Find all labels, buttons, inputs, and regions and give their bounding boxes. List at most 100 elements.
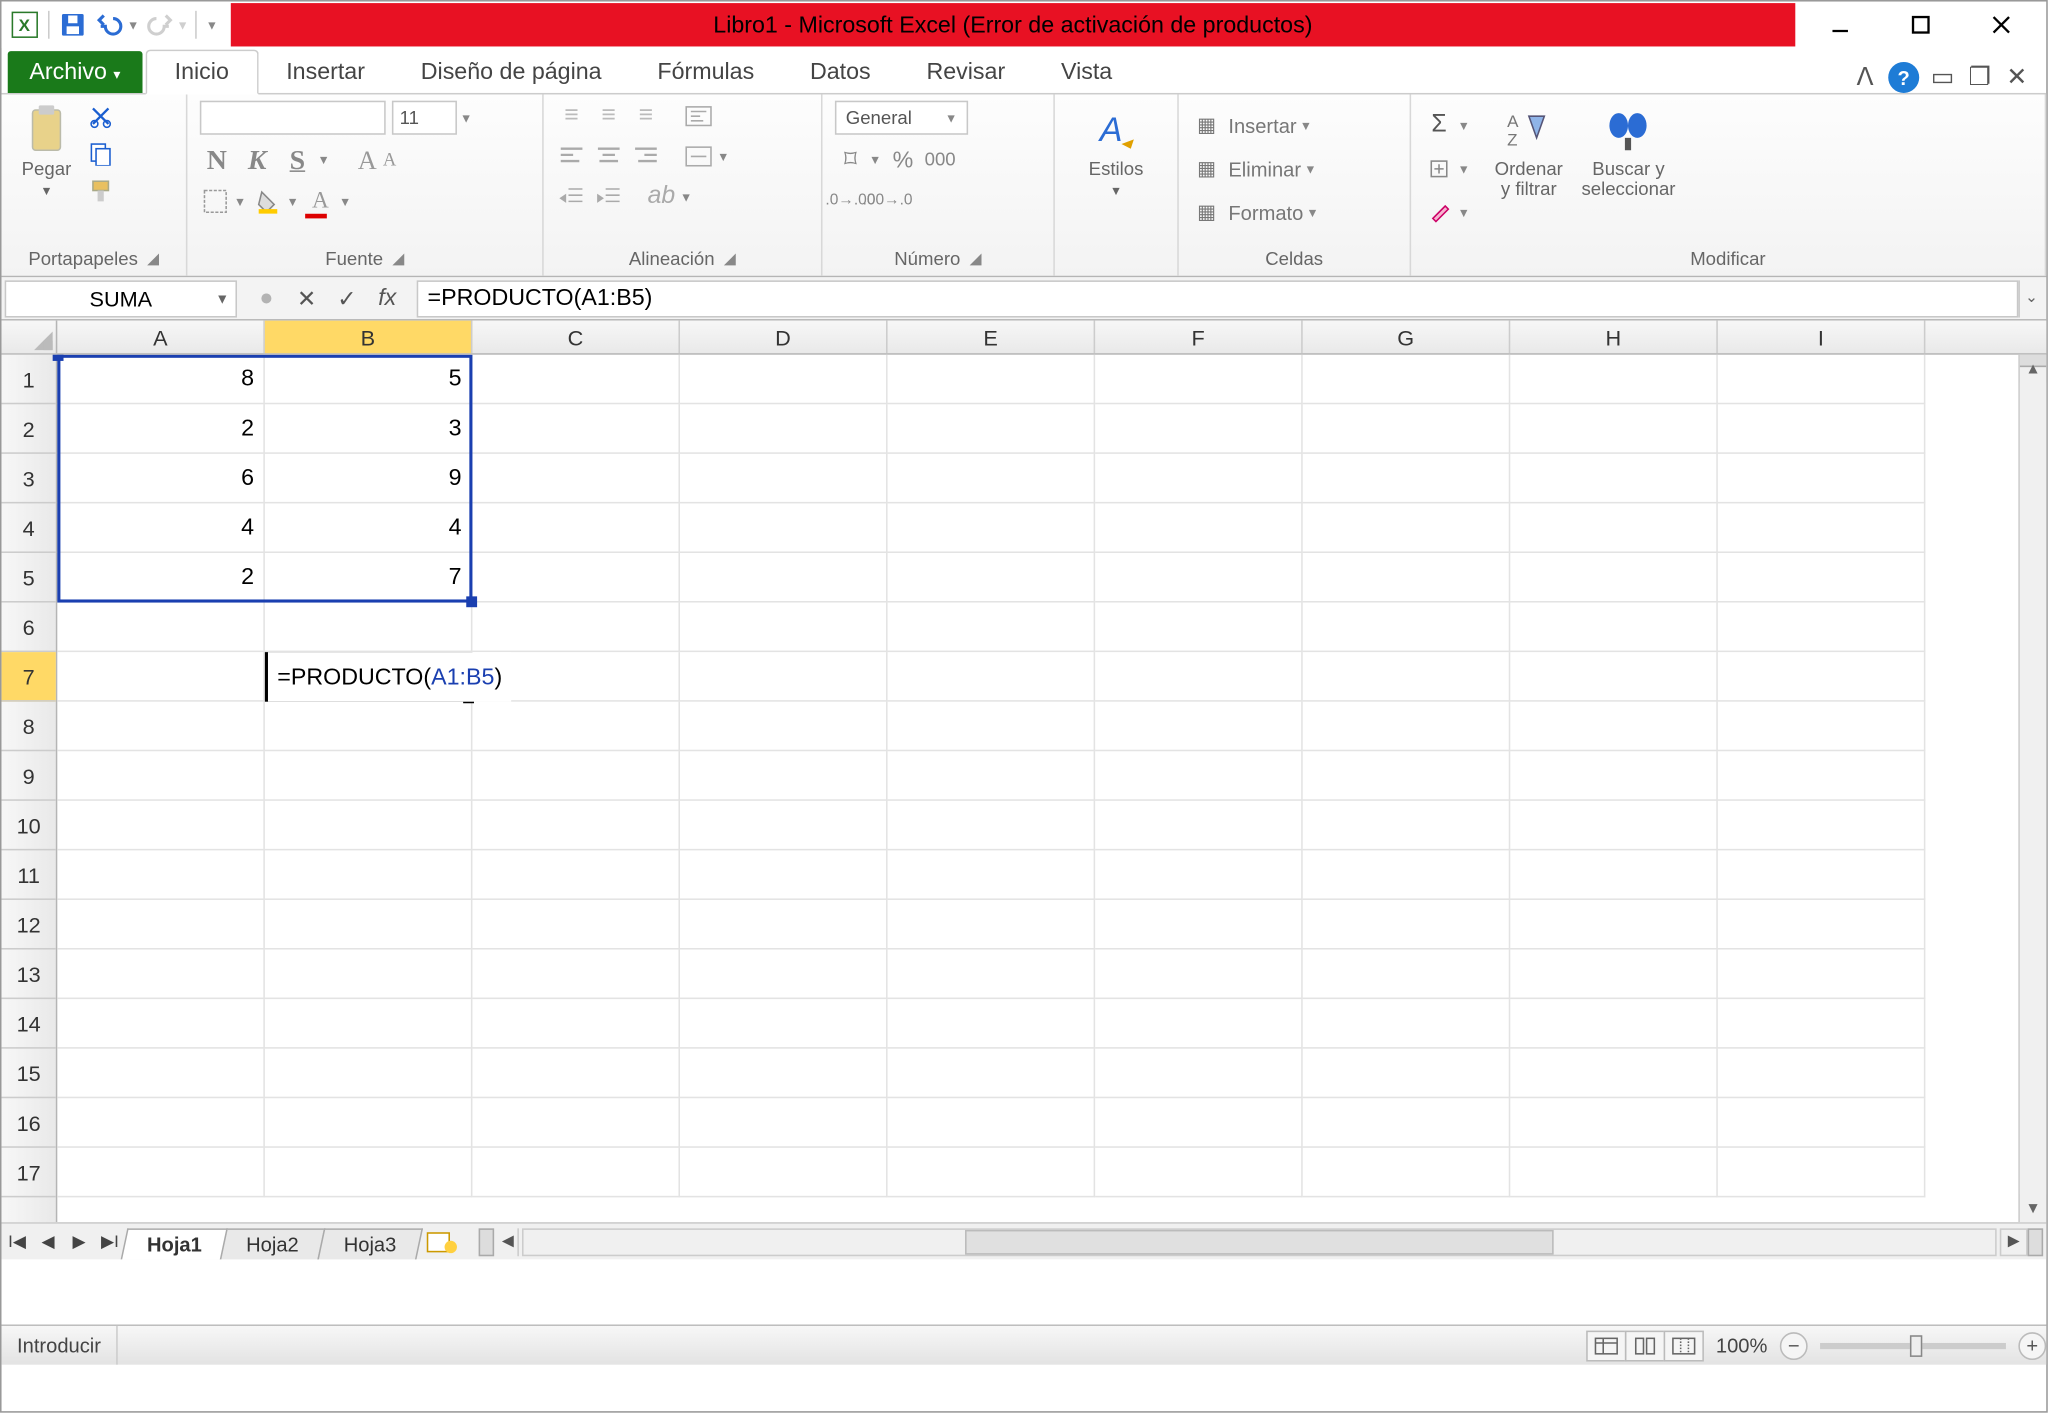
cell-G6[interactable] <box>1303 603 1511 653</box>
cell-I12[interactable] <box>1718 900 1926 950</box>
cell-C6[interactable] <box>472 603 680 653</box>
decrease-indent-icon[interactable] <box>556 181 587 212</box>
cell-I10[interactable] <box>1718 801 1926 851</box>
cell-F5[interactable] <box>1095 553 1303 603</box>
cell-D8[interactable] <box>680 702 888 752</box>
close-button[interactable] <box>1966 3 2037 46</box>
cell-A1[interactable]: 8 <box>57 355 265 405</box>
row-header-9[interactable]: 9 <box>2 751 56 801</box>
tab-data[interactable]: Datos <box>782 51 898 93</box>
cell-C14[interactable] <box>472 999 680 1049</box>
cell-H12[interactable] <box>1510 900 1718 950</box>
cell-E2[interactable] <box>888 404 1096 454</box>
mdi-close-icon[interactable]: ✕ <box>2003 64 2031 92</box>
format-cells-button[interactable]: ▦Formato ▼ <box>1191 197 1319 228</box>
font-size-dropdown-icon[interactable]: ▼ <box>460 111 472 125</box>
cell-D10[interactable] <box>680 801 888 851</box>
italic-button[interactable]: K <box>240 144 274 177</box>
cell-I8[interactable] <box>1718 702 1926 752</box>
increase-decimal-icon[interactable]: .0→.00 <box>835 184 866 215</box>
cell-F4[interactable] <box>1095 503 1303 553</box>
cell-D11[interactable] <box>680 850 888 900</box>
sheet-tab-2[interactable]: Hoja2 <box>220 1228 326 1259</box>
cell-A8[interactable] <box>57 702 265 752</box>
cell-I17[interactable] <box>1718 1148 1926 1198</box>
cell-E14[interactable] <box>888 999 1096 1049</box>
excel-app-icon[interactable]: X <box>8 8 42 42</box>
hscroll-resize-handle[interactable] <box>2028 1228 2043 1256</box>
number-format-select[interactable]: General▼ <box>835 101 968 135</box>
cell-H13[interactable] <box>1510 950 1718 1000</box>
cell-B17[interactable] <box>265 1148 473 1198</box>
row-header-17[interactable]: 17 <box>2 1148 56 1198</box>
formula-accept-icon[interactable]: ✓ <box>330 281 364 315</box>
cell-E9[interactable] <box>888 751 1096 801</box>
tab-home[interactable]: Inicio <box>145 50 258 95</box>
cell-C17[interactable] <box>472 1148 680 1198</box>
cell-H8[interactable] <box>1510 702 1718 752</box>
cell-F12[interactable] <box>1095 900 1303 950</box>
cell-F15[interactable] <box>1095 1049 1303 1099</box>
cell-C13[interactable] <box>472 950 680 1000</box>
cell-H10[interactable] <box>1510 801 1718 851</box>
row-header-13[interactable]: 13 <box>2 950 56 1000</box>
cell-G17[interactable] <box>1303 1148 1511 1198</box>
undo-dropdown-icon[interactable]: ▼ <box>127 18 139 32</box>
alignment-dialog-icon[interactable]: ◢ <box>724 250 736 267</box>
cell-D16[interactable] <box>680 1098 888 1148</box>
row-header-10[interactable]: 10 <box>2 801 56 851</box>
sheet-nav-last-icon[interactable]: ▶I <box>94 1226 125 1257</box>
cell-H11[interactable] <box>1510 850 1718 900</box>
cell-A15[interactable] <box>57 1049 265 1099</box>
delete-cells-button[interactable]: ▦Eliminar ▼ <box>1191 153 1319 184</box>
cell-A17[interactable] <box>57 1148 265 1198</box>
select-all-corner[interactable] <box>2 321 58 354</box>
sheet-tab-active[interactable]: Hoja1 <box>121 1228 229 1259</box>
cell-H4[interactable] <box>1510 503 1718 553</box>
cell-H6[interactable] <box>1510 603 1718 653</box>
cell-A14[interactable] <box>57 999 265 1049</box>
align-middle-icon[interactable]: ≡ <box>593 101 624 132</box>
cell-E8[interactable] <box>888 702 1096 752</box>
align-top-icon[interactable]: ≡ <box>556 101 587 132</box>
cell-D14[interactable] <box>680 999 888 1049</box>
cell-E5[interactable] <box>888 553 1096 603</box>
cell-F14[interactable] <box>1095 999 1303 1049</box>
column-header-I[interactable]: I <box>1718 321 1926 354</box>
find-select-button[interactable]: Buscar y seleccionar <box>1575 101 1681 204</box>
row-header-14[interactable]: 14 <box>2 999 56 1049</box>
cell-C5[interactable] <box>472 553 680 603</box>
cell-A3[interactable]: 6 <box>57 454 265 504</box>
merge-center-icon[interactable] <box>683 141 714 172</box>
cell-E15[interactable] <box>888 1049 1096 1099</box>
cell-A7[interactable] <box>57 652 265 702</box>
column-header-C[interactable]: C <box>472 321 680 354</box>
column-header-E[interactable]: E <box>888 321 1096 354</box>
autosum-icon[interactable]: Σ <box>1424 110 1455 141</box>
cell-H16[interactable] <box>1510 1098 1718 1148</box>
cell-D7[interactable] <box>680 652 888 702</box>
cell-I4[interactable] <box>1718 503 1926 553</box>
cell-G9[interactable] <box>1303 751 1511 801</box>
cell-B5[interactable]: 7 <box>265 553 473 603</box>
cell-G1[interactable] <box>1303 355 1511 405</box>
copy-icon[interactable] <box>85 138 116 169</box>
mdi-minimize-icon[interactable]: ▭ <box>1929 64 1957 92</box>
cell-B11[interactable] <box>265 850 473 900</box>
cell-D9[interactable] <box>680 751 888 801</box>
cell-E13[interactable] <box>888 950 1096 1000</box>
cell-B6[interactable] <box>265 603 473 653</box>
cell-I16[interactable] <box>1718 1098 1926 1148</box>
sort-filter-button[interactable]: AZ Ordenar y filtrar <box>1488 101 1569 204</box>
cell-A11[interactable] <box>57 850 265 900</box>
cell-A6[interactable] <box>57 603 265 653</box>
cell-I14[interactable] <box>1718 999 1926 1049</box>
cell-I5[interactable] <box>1718 553 1926 603</box>
cell-F9[interactable] <box>1095 751 1303 801</box>
cell-G8[interactable] <box>1303 702 1511 752</box>
column-header-F[interactable]: F <box>1095 321 1303 354</box>
number-dialog-icon[interactable]: ◢ <box>970 250 982 267</box>
cell-B12[interactable] <box>265 900 473 950</box>
zoom-percent[interactable]: 100% <box>1704 1334 1780 1357</box>
cell-F17[interactable] <box>1095 1148 1303 1198</box>
